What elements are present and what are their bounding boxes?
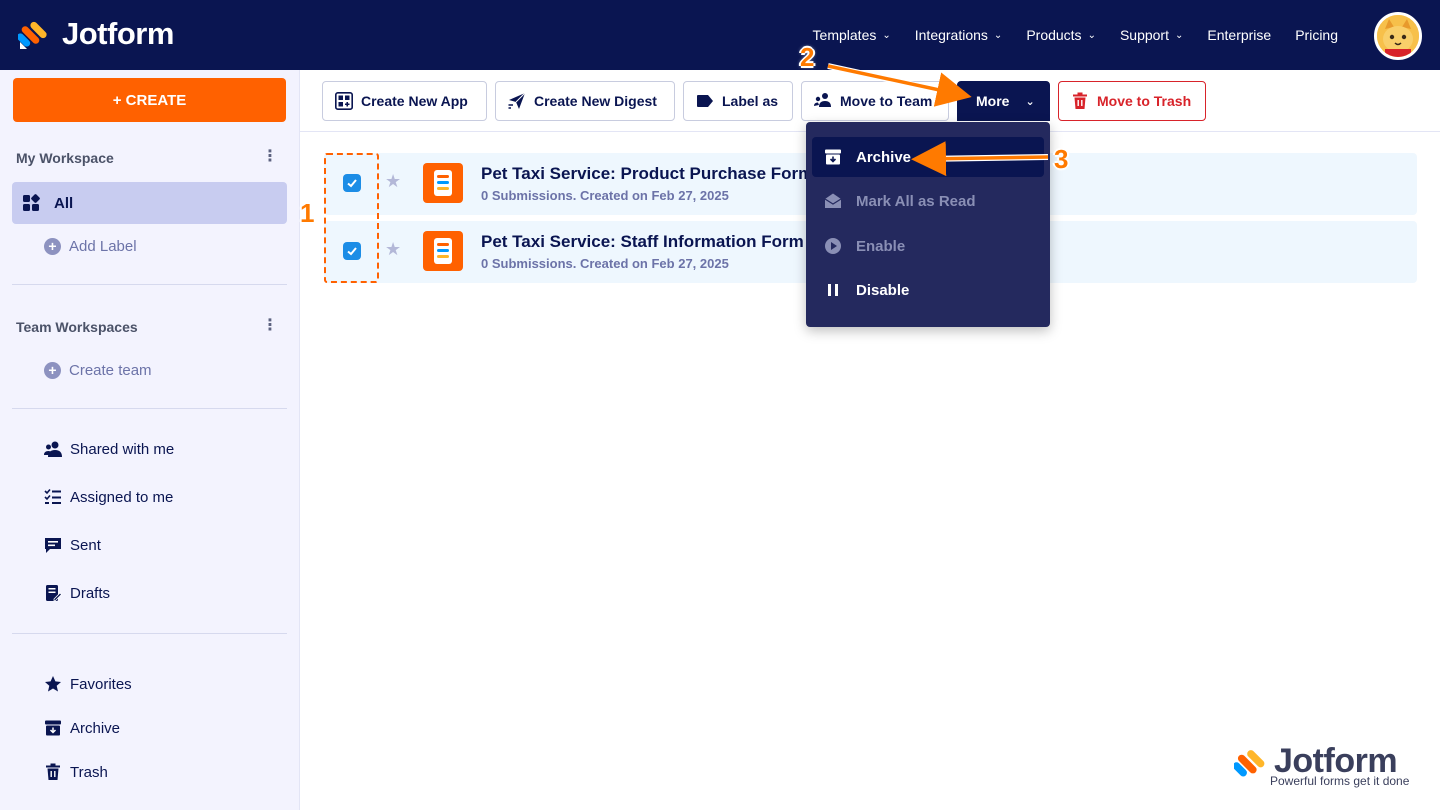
arrow-3 (911, 141, 1049, 177)
jotform-watermark-icon (1234, 750, 1265, 777)
annotation-arrows (827, 63, 1049, 177)
jotform-watermark: Jotform Powerful forms get it done (1234, 742, 1414, 794)
arrow-2 (827, 64, 972, 107)
watermark-tagline: Powerful forms get it done (1270, 774, 1410, 788)
